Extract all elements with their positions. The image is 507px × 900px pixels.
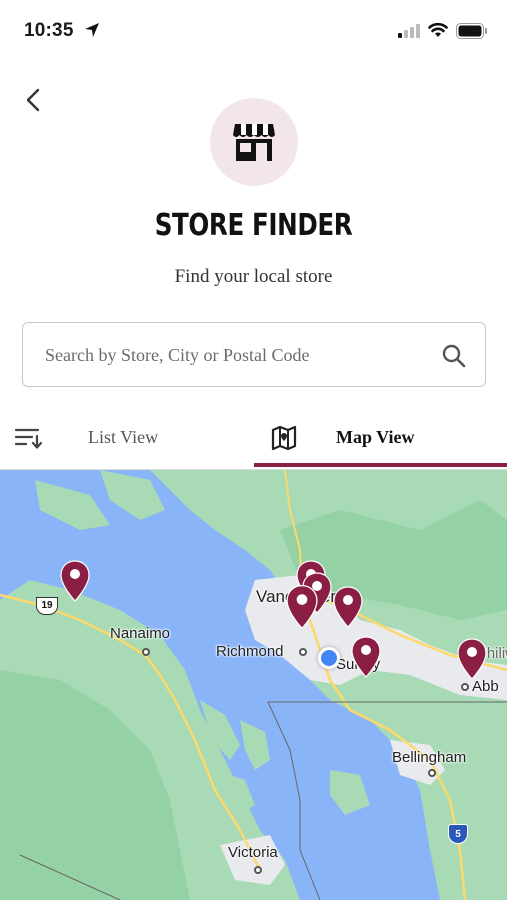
map-label-victoria: Victoria (228, 844, 278, 861)
map-label-nanaimo: Nanaimo (110, 625, 171, 642)
map-label-bellingham: Bellingham (392, 749, 467, 766)
tab-list-view[interactable]: List View (0, 408, 253, 470)
store-map[interactable]: 19 5 Nanaimo Vancouver Richmond Surrey B… (0, 470, 507, 900)
view-tabs: List View Map View (0, 408, 507, 470)
map-icon (270, 425, 298, 456)
highway-19-shield: 19 (36, 597, 58, 615)
page-subtitle: Find your local store (174, 266, 333, 287)
map-label-richmond: Richmond (216, 643, 284, 660)
battery-icon (456, 23, 488, 44)
tab-map-view-label: Map View (336, 427, 415, 447)
interstate-5-shield: 5 (448, 824, 468, 844)
city-marker-nanaimo (142, 648, 150, 656)
search-icon[interactable] (441, 343, 467, 374)
map-background (0, 470, 507, 900)
sort-list-icon (14, 426, 44, 455)
city-marker-bellingham (428, 769, 436, 777)
store-pin[interactable] (333, 586, 363, 628)
cellular-signal-icon (398, 24, 420, 43)
store-icon-badge (210, 98, 298, 186)
location-arrow-icon (84, 22, 100, 43)
chevron-left-icon (26, 88, 40, 112)
city-marker-victoria (254, 866, 262, 874)
city-marker-richmond (299, 648, 307, 656)
store-pin[interactable] (351, 636, 381, 678)
tab-list-view-label: List View (88, 427, 159, 447)
city-marker-abbotsford (461, 683, 469, 691)
current-location-marker (318, 647, 340, 669)
store-pin[interactable] (457, 638, 487, 680)
store-pin[interactable] (286, 580, 318, 634)
back-button[interactable] (20, 84, 48, 116)
storefront-icon (233, 124, 275, 161)
status-time: 10:35 (24, 20, 74, 41)
store-pin[interactable] (60, 560, 90, 602)
search-input[interactable] (45, 342, 425, 368)
status-bar: 10:35 (0, 0, 507, 60)
active-tab-indicator (254, 463, 507, 467)
search-box (22, 322, 486, 387)
tab-map-view[interactable]: Map View (254, 408, 507, 470)
page-title: STORE FINDER (154, 208, 353, 243)
wifi-icon (428, 22, 448, 43)
map-label-abbotsford: Abb (472, 678, 499, 695)
